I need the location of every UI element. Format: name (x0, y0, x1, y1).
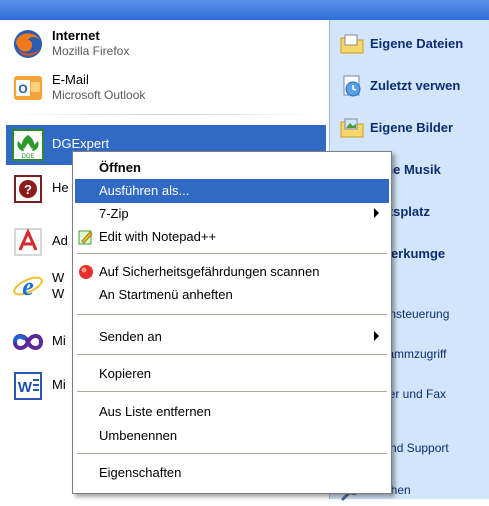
program-dgexpert-label: DGExpert (52, 136, 110, 151)
menu-item-7zip[interactable]: 7-Zip (75, 202, 389, 226)
menu-item-7zip-label: 7-Zip (99, 206, 129, 221)
menu-item-edit-notepad-label: Edit with Notepad++ (99, 229, 217, 244)
pinned-email-subtitle: Microsoft Outlook (52, 88, 146, 102)
svg-text:?: ? (24, 182, 32, 197)
word-icon: W (14, 372, 42, 400)
svg-text:DGE: DGE (21, 154, 34, 160)
svg-text:e: e (22, 272, 34, 301)
menu-item-scan-label: Auf Sicherheitsgefährdungen scannen (99, 264, 320, 279)
menu-item-rename[interactable]: Umbenennen (75, 424, 389, 448)
context-menu: Öffnen Ausführen als... 7-Zip Edit with … (72, 151, 392, 494)
folder-pictures-icon (340, 118, 364, 138)
pinned-email[interactable]: O E-Mail Microsoft Outlook (6, 68, 326, 108)
folder-documents-icon (340, 34, 364, 54)
menu-item-edit-notepad[interactable]: Edit with Notepad++ (75, 225, 389, 249)
place-label: Eigene Bilder (370, 120, 454, 135)
menu-item-rename-label: Umbenennen (99, 428, 178, 443)
pinned-internet-subtitle: Mozilla Firefox (52, 44, 130, 58)
program-visual-studio-label: Mi (52, 333, 66, 348)
menu-item-open-label: Öffnen (99, 160, 141, 175)
place-label: Eigene Dateien (370, 36, 464, 51)
menu-item-copy-label: Kopieren (99, 366, 152, 381)
pinned-separator (12, 114, 318, 115)
place-eigene-dateien[interactable]: Eigene Dateien (340, 28, 489, 60)
menu-item-send-to-label: Senden an (99, 329, 162, 344)
svg-text:O: O (18, 82, 27, 96)
menu-separator (77, 354, 387, 355)
pinned-internet[interactable]: Internet Mozilla Firefox (6, 24, 326, 64)
dgexpert-icon: DGE (12, 129, 44, 161)
pinned-email-title: E-Mail (52, 72, 89, 87)
outlook-icon: O (14, 76, 42, 100)
svg-text:W: W (18, 379, 33, 396)
menu-item-pin-start-label: An Startmenü anheften (99, 287, 233, 302)
internet-explorer-icon: e (13, 272, 43, 301)
recent-documents-icon (343, 75, 361, 97)
program-ie-label-line1: W (52, 270, 65, 285)
menu-item-scan[interactable]: Auf Sicherheitsgefährdungen scannen (75, 260, 389, 284)
menu-item-pin-start[interactable]: An Startmenü anheften (75, 283, 389, 307)
menu-item-remove-from-list[interactable]: Aus Liste entfernen (75, 400, 389, 424)
menu-item-properties[interactable]: Eigenschaften (75, 461, 389, 485)
menu-item-properties-label: Eigenschaften (99, 465, 182, 480)
menu-separator (77, 453, 387, 454)
start-menu-header (0, 0, 489, 20)
menu-item-send-to[interactable]: Senden an (75, 325, 389, 349)
program-adobe-label: Ad (52, 233, 68, 248)
place-eigene-bilder[interactable]: Eigene Bilder (340, 112, 489, 144)
menu-item-run-as-label: Ausführen als... (99, 183, 190, 198)
menu-item-run-as[interactable]: Ausführen als... (75, 179, 389, 203)
place-label: Zuletzt verwen (370, 78, 461, 93)
menu-separator (77, 314, 387, 315)
menu-item-copy[interactable]: Kopieren (75, 362, 389, 386)
submenu-arrow-icon (374, 331, 379, 341)
notepad-plus-plus-icon (78, 230, 93, 245)
menu-item-remove-label: Aus Liste entfernen (99, 404, 212, 419)
pinned-internet-title: Internet (52, 28, 100, 43)
place-zuletzt-verwendet[interactable]: Zuletzt verwen (340, 70, 489, 102)
program-help-label: He (52, 180, 69, 195)
visual-studio-icon (12, 334, 44, 350)
adobe-reader-icon (14, 228, 42, 256)
program-ie-label-line2: W (52, 286, 65, 301)
menu-separator (77, 253, 387, 254)
submenu-arrow-icon (374, 208, 379, 218)
firefox-icon (14, 30, 42, 58)
menu-separator (77, 391, 387, 392)
help-icon: ? (14, 175, 42, 203)
menu-item-open[interactable]: Öffnen (75, 156, 389, 180)
security-scan-icon (79, 265, 93, 279)
program-word-label: Mi (52, 377, 66, 392)
